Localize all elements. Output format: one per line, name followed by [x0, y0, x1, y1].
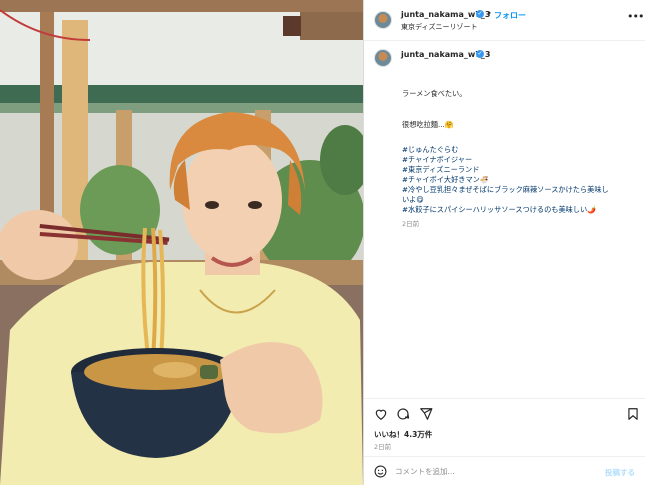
verified-badge-icon: ✓	[476, 10, 484, 18]
caption-line: ラーメン食べたい。	[402, 89, 467, 98]
emoji-icon[interactable]	[374, 465, 387, 478]
hashtag-link[interactable]: #チャイナボイジャー	[402, 155, 638, 165]
hashtag-link[interactable]: #じゅんたぐらむ	[402, 145, 638, 155]
caption-line: 很想吃拉麵...🤗	[402, 120, 454, 129]
share-icon[interactable]	[419, 407, 433, 421]
hashtag-link[interactable]: #冷やし豆乳担々まぜそばにブラック麻辣ソースかけたら美味し	[402, 185, 638, 195]
post-timestamp: 2日前	[374, 443, 392, 451]
hashtag-link-continued[interactable]: いよ😋	[402, 195, 638, 205]
post-side-panel: junta_nakama_w7_3 ✓ • フォロー 東京ディズニーリゾート •…	[363, 0, 645, 485]
separator-dot: •	[487, 9, 492, 18]
caption-avatar[interactable]	[374, 49, 392, 67]
comment-icon[interactable]	[396, 407, 410, 421]
hashtag-link[interactable]: #水餃子にスパイシーハリッサソースつけるのも美味しい🌶️	[402, 205, 638, 215]
hashtag-link[interactable]: #チャイボイ大好きマン🍜	[402, 175, 638, 185]
caption-timestamp: 2日前	[402, 220, 420, 228]
post-photo	[0, 0, 363, 485]
follow-button[interactable]: フォロー	[494, 10, 526, 21]
caption-verified-badge-icon: ✓	[476, 50, 484, 58]
action-bar	[364, 398, 645, 428]
caption-body: ラーメン食べたい。 很想吃拉麵...🤗 #じゅんたぐらむ #チャイナボイジャー …	[402, 89, 638, 229]
likes-count[interactable]: いいね！4.3万件	[374, 429, 432, 440]
bookmark-icon[interactable]	[626, 407, 640, 421]
location-link[interactable]: 東京ディズニーリゾート	[401, 22, 478, 32]
post-comment-button[interactable]: 投稿する	[605, 467, 635, 478]
comment-input[interactable]	[395, 463, 595, 479]
comment-bar: 投稿する	[364, 456, 645, 485]
heart-icon[interactable]	[374, 407, 388, 421]
post-header: junta_nakama_w7_3 ✓ • フォロー 東京ディズニーリゾート •…	[364, 0, 645, 41]
avatar[interactable]	[374, 11, 392, 29]
more-options-icon[interactable]: •••	[627, 10, 644, 23]
hashtag-link[interactable]: #東京ディズニーランド	[402, 165, 638, 175]
